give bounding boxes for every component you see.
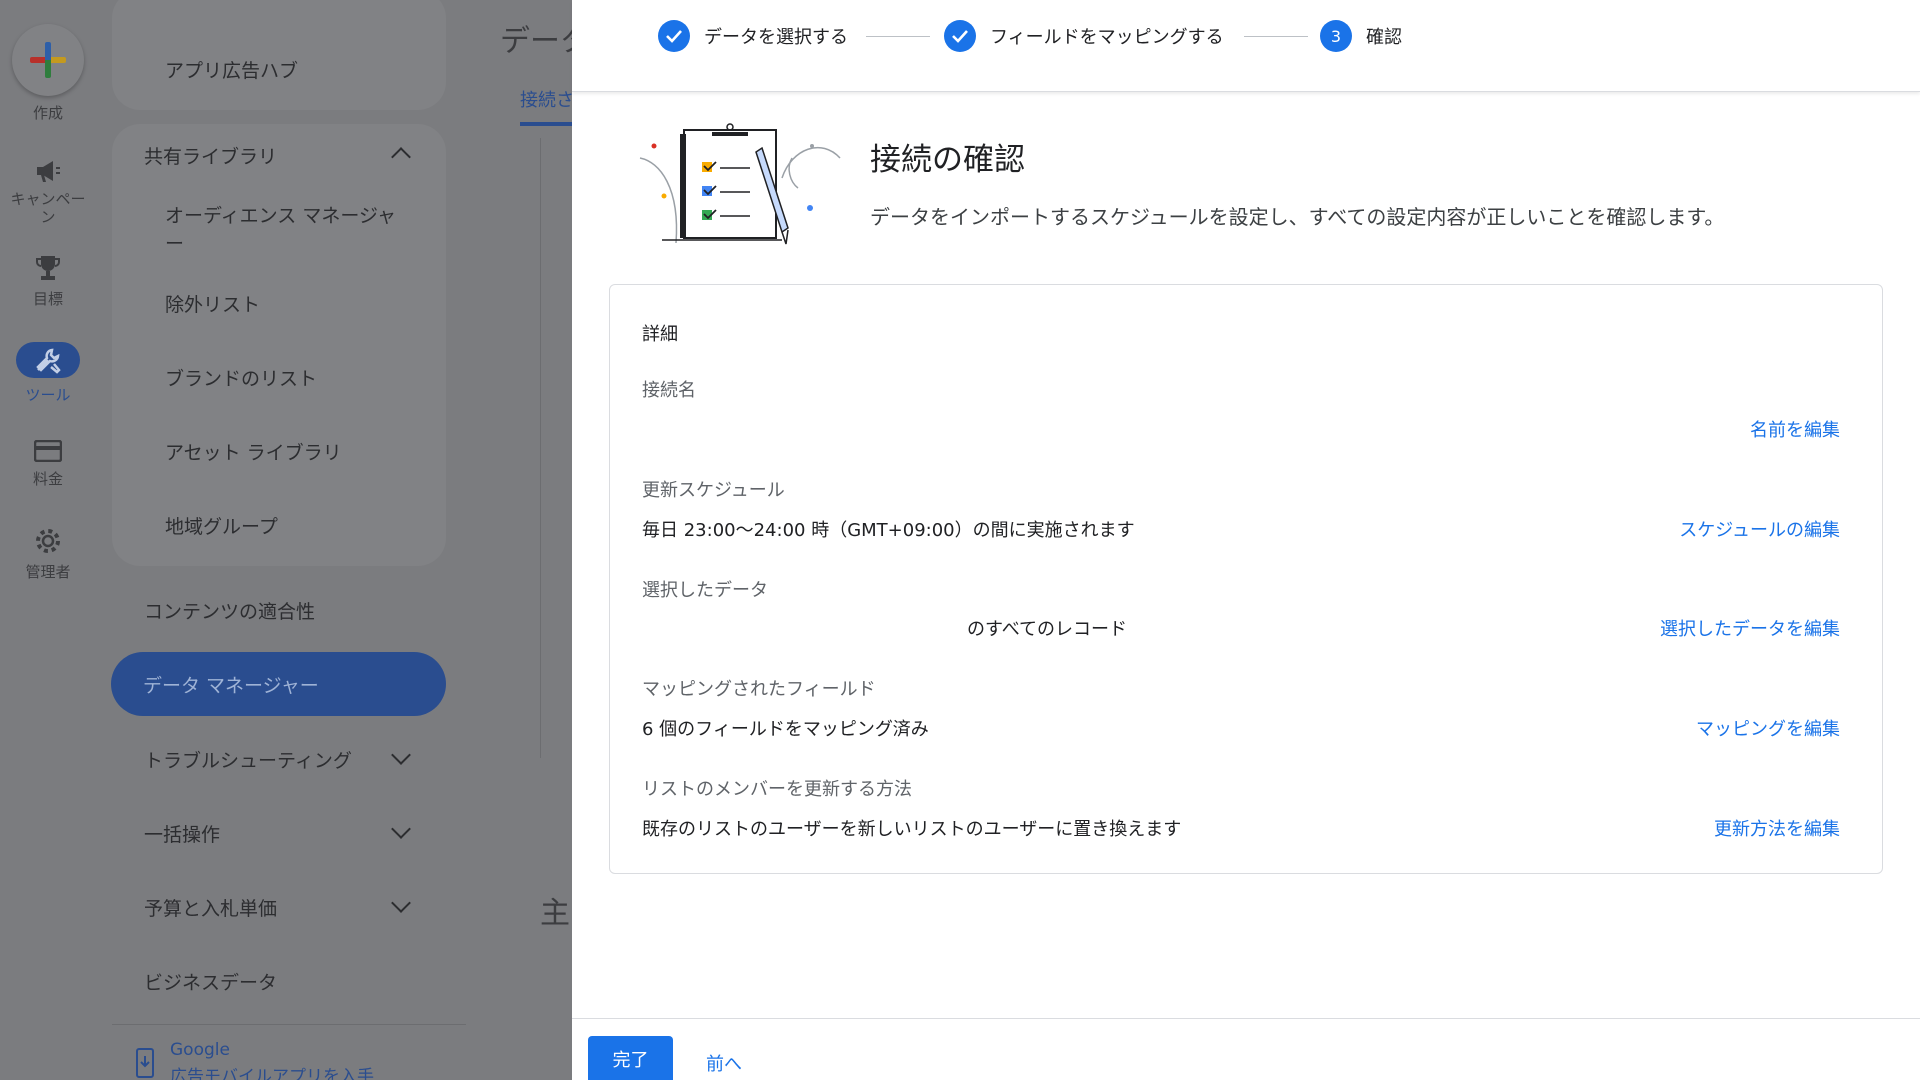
selected-data-value: のすべてのレコード: [967, 619, 1128, 640]
chevron-down-icon[interactable]: [391, 745, 411, 765]
schedule-label: 更新スケジュール: [642, 480, 785, 501]
nav-item-data-manager[interactable]: データ マネージャー: [111, 652, 446, 716]
connection-name-label: 接続名: [642, 380, 696, 401]
rail-goals-label: 目標: [32, 290, 63, 308]
dialog-footer: 完了 前へ: [572, 1018, 1920, 1080]
background-section-title: 主: [540, 896, 570, 931]
page-title: 接続の確認: [870, 142, 1025, 178]
step-label: 確認: [1366, 27, 1402, 48]
step-select-data[interactable]: データを選択する: [658, 20, 848, 52]
gear-icon: [36, 529, 60, 553]
nav-item-exclusion-lists[interactable]: 除外リスト: [165, 290, 260, 317]
check-icon: [658, 20, 690, 52]
update-method-label: リストのメンバーを更新する方法: [642, 779, 912, 800]
credit-card-icon: [34, 440, 62, 462]
rail-campaigns-label: キャンペーン: [10, 190, 86, 226]
checklist-illustration: [639, 123, 841, 245]
nav-item-budgets-bids[interactable]: 予算と入札単価: [144, 894, 277, 921]
tools-icon: [36, 348, 61, 374]
nav-item-content-suitability[interactable]: コンテンツの適合性: [144, 597, 315, 624]
promo-brand[interactable]: Google: [170, 1040, 230, 1060]
edit-update-method-link[interactable]: 更新方法を編集: [1714, 815, 1840, 841]
check-icon: [944, 20, 976, 52]
step-label: フィールドをマッピングする: [990, 27, 1224, 48]
nav-item-app-ads-hub[interactable]: アプリ広告ハブ: [165, 56, 298, 83]
rail-item-campaigns[interactable]: キャンペーン: [0, 158, 96, 226]
done-button[interactable]: 完了: [588, 1036, 673, 1080]
create-button[interactable]: [12, 24, 84, 96]
nav-item-business-data[interactable]: ビジネスデータ: [144, 968, 277, 995]
nav-item-location-groups[interactable]: 地域グループ: [165, 512, 278, 539]
rail-item-goals[interactable]: 目標: [0, 254, 96, 309]
trophy-icon: [36, 256, 60, 280]
step-review[interactable]: 3 確認: [1320, 20, 1402, 52]
mapped-fields-label: マッピングされたフィールド: [642, 679, 876, 700]
left-rail: 作成 キャンペーン 目標 ツール 料金 管理者: [0, 0, 96, 1080]
stepper: データを選択する フィールドをマッピングする 3 確認: [572, 0, 1920, 92]
selected-data-label: 選択したデータ: [642, 580, 768, 601]
nav-drawer: アプリ広告ハブ 共有ライブラリ オーディエンス マネージャー 除外リスト ブラン…: [96, 0, 476, 1080]
mapped-fields-value: 6 個のフィールドをマッピング済み: [642, 719, 929, 740]
details-card: 詳細 接続名 名前を編集 更新スケジュール 毎日 23:00〜24:00 時（G…: [609, 284, 1883, 874]
rail-item-tools[interactable]: ツール: [0, 342, 96, 405]
step-number: 3: [1320, 20, 1352, 52]
rail-tools-label: ツール: [25, 386, 71, 404]
nav-item-shared-library[interactable]: 共有ライブラリ: [144, 142, 277, 169]
rail-admin-label: 管理者: [25, 563, 71, 581]
edit-schedule-link[interactable]: スケジュールの編集: [1679, 516, 1840, 542]
background-page: データ 接続さ 主: [476, 0, 590, 1080]
rail-item-admin[interactable]: 管理者: [0, 527, 96, 582]
nav-item-asset-library[interactable]: アセット ライブラリ: [165, 438, 342, 465]
nav-item-audience-manager[interactable]: オーディエンス マネージャー: [165, 202, 405, 258]
schedule-value: 毎日 23:00〜24:00 時（GMT+09:00）の間に実施されます: [642, 520, 1135, 541]
update-method-value: 既存のリストのユーザーを新しいリストのユーザーに置き換えます: [642, 819, 1182, 840]
rail-create-label: 作成: [32, 104, 63, 122]
step-map-fields[interactable]: フィールドをマッピングする: [944, 20, 1224, 52]
background-tab[interactable]: 接続さ: [520, 86, 574, 112]
edit-selected-data-link[interactable]: 選択したデータを編集: [1660, 615, 1840, 641]
edit-name-link[interactable]: 名前を編集: [1750, 416, 1840, 442]
back-button[interactable]: 前へ: [706, 1050, 742, 1076]
chevron-down-icon[interactable]: [391, 819, 411, 839]
nav-item-brand-lists[interactable]: ブランドのリスト: [165, 364, 317, 391]
megaphone-icon: [37, 161, 60, 182]
review-dialog: データを選択する フィールドをマッピングする 3 確認 接続の確認 データをイン…: [572, 0, 1920, 1080]
nav-item-data-manager-label: データ マネージャー: [143, 675, 319, 697]
rail-item-billing[interactable]: 料金: [0, 440, 96, 489]
details-heading: 詳細: [642, 324, 678, 345]
nav-item-bulk-actions[interactable]: 一括操作: [144, 820, 220, 847]
rail-billing-label: 料金: [32, 470, 63, 488]
edit-mapping-link[interactable]: マッピングを編集: [1696, 715, 1840, 741]
promo-text[interactable]: 広告モバイルアプリを入手: [170, 1062, 374, 1080]
mobile-download-icon: [136, 1048, 154, 1078]
nav-item-troubleshooting[interactable]: トラブルシューティング: [144, 746, 352, 773]
page-description: データをインポートするスケジュールを設定し、すべての設定内容が正しいことを確認し…: [870, 205, 1725, 229]
chevron-down-icon[interactable]: [391, 893, 411, 913]
step-label: データを選択する: [704, 27, 848, 48]
